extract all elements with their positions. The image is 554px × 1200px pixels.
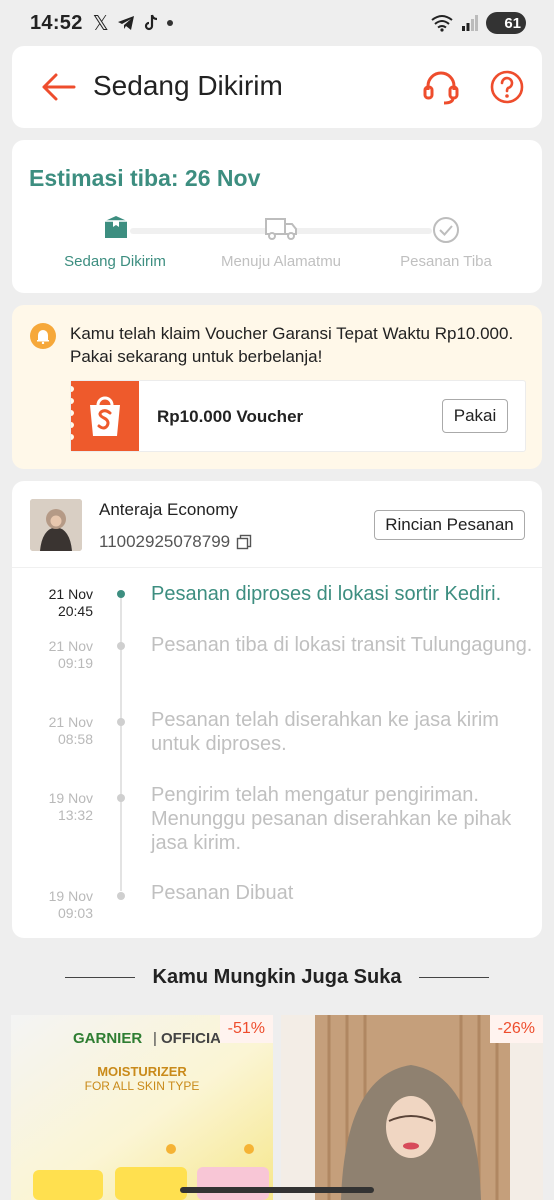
progress-track-2 [302,228,432,234]
estimated-arrival: Estimasi tiba: 26 Nov [29,165,261,191]
step-label-arrived: Pesanan Tiba [400,253,492,270]
copy-icon[interactable] [236,534,252,550]
event-time: 20:45 [57,603,93,619]
product-brand: GARNIER [73,1030,142,1047]
order-details-button[interactable]: Rincian Pesanan [374,510,525,540]
delivery-estimate-card: Estimasi tiba: 26 Nov Sedang Dikirim Men… [12,140,542,293]
event-text: Pesanan tiba di lokasi transit Tulungagu… [151,634,533,656]
question-circle-icon [490,70,524,104]
event-text: Pesanan diproses di lokasi sortir Kediri… [151,583,502,605]
svg-text:|: | [153,1030,157,1047]
signal-icon [462,15,478,31]
check-circle-icon [432,216,460,249]
tiktok-icon [144,14,157,31]
event-time: 09:19 [57,655,93,671]
bell-icon [30,323,56,349]
timeline-line [120,596,122,891]
divider [64,977,135,978]
product-thumbnail[interactable] [30,499,82,551]
step-label-on-the-way: Menuju Alamatmu [220,253,342,270]
event-date: 21 Nov [48,714,93,730]
event-time: 13:32 [57,807,93,823]
page-title: Sedang Dikirim [93,70,283,101]
event-date: 21 Nov [48,586,93,602]
truck-icon [264,216,298,247]
event-time: 09:03 [57,905,93,921]
divider [419,977,490,978]
voucher-item[interactable]: Rp10.000 Voucher Pakai [68,380,526,452]
package-icon [102,214,130,247]
header-bar: Sedang Dikirim [12,46,542,128]
telegram-icon [117,16,134,30]
home-indicator[interactable] [180,1187,374,1193]
support-button[interactable] [422,68,460,106]
x-icon: 𝕏 [92,12,109,35]
battery-indicator: 61 [486,12,526,34]
discount-badge: -26% [489,1015,543,1043]
wifi-icon [431,15,453,32]
product-card[interactable]: -26% [281,1015,543,1200]
voucher-card: Kamu telah klaim Voucher Garansi Tepat W… [12,305,542,469]
event-time: 08:58 [57,731,93,747]
tracking-card: Anteraja Economy 11002925078799 Rincian … [12,481,542,938]
timeline-dot [117,892,125,900]
discount-badge: -51% [219,1015,273,1043]
event-date: 19 Nov [48,790,93,806]
back-button[interactable] [38,68,78,106]
recommendations-heading: Kamu Mungkin Juga Suka [0,966,554,989]
voucher-message: Kamu telah klaim Voucher Garansi Tepat W… [70,324,514,366]
notification-dot-icon [166,20,173,26]
product-headline: MOISTURIZER [97,1064,187,1079]
product-card[interactable]: GARNIER | OFFICIAL MOISTURIZER FOR ALL S… [11,1015,273,1200]
recommendations-title: Kamu Mungkin Juga Suka [152,966,402,988]
courier-name: Anteraja Economy [99,500,238,519]
timeline-dot [117,794,125,802]
status-time: 14:52 [30,11,83,34]
event-text: Pesanan telah diserahkan ke jasa kirim u… [151,709,499,755]
help-button[interactable] [490,70,524,104]
status-bar: 14:52 𝕏 61 [0,0,554,46]
event-date: 19 Nov [48,888,93,904]
timeline-dot [117,590,125,598]
voucher-label: Rp10.000 Voucher [157,407,304,426]
timeline-dot [117,642,125,650]
timeline-dot [117,718,125,726]
shopee-voucher-logo [68,381,139,451]
tracking-number-row: 11002925078799 [99,532,252,552]
arrow-left-icon [42,73,76,101]
step-label-shipping: Sedang Dikirim [64,253,166,270]
tracking-number: 11002925078799 [99,532,231,551]
headset-icon [423,71,459,105]
product-subline: FOR ALL SKIN TYPE [85,1079,200,1093]
divider [12,567,542,568]
event-date: 21 Nov [48,638,93,654]
event-text: Pesanan Dibuat [151,882,294,904]
event-text: Pengirim telah mengatur pengiriman. Menu… [151,784,512,854]
use-voucher-button[interactable]: Pakai [442,399,508,433]
